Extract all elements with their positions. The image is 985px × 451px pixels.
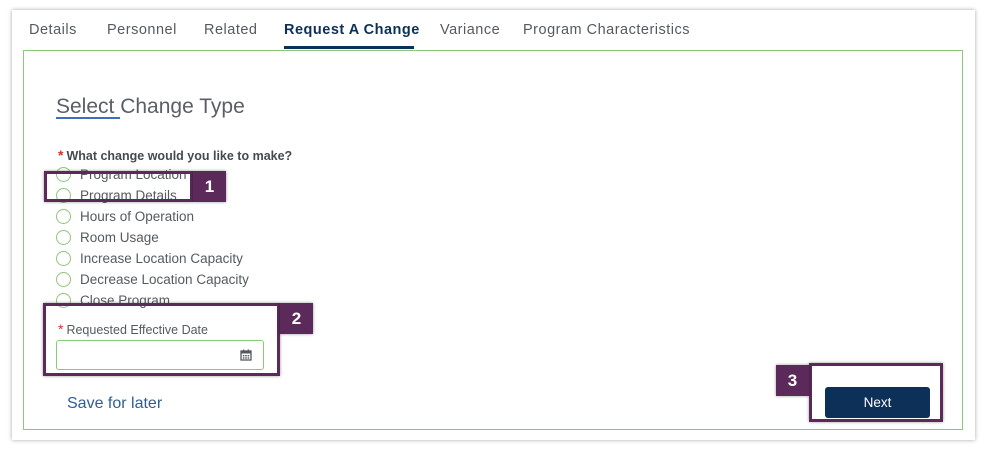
save-for-later-link[interactable]: Save for later (67, 395, 162, 413)
callout-3-badge: 3 (776, 365, 809, 396)
option-increase-location-capacity[interactable]: Increase Location Capacity (56, 249, 243, 267)
record-card: Details Personnel Related Request A Chan… (12, 10, 975, 440)
option-label: Room Usage (80, 229, 159, 245)
callout-1-highlight (44, 171, 193, 202)
tab-bar: Details Personnel Related Request A Chan… (12, 10, 975, 50)
tab-related[interactable]: Related (204, 22, 257, 38)
tab-personnel[interactable]: Personnel (107, 22, 177, 38)
callout-3-highlight (809, 363, 943, 422)
callout-1-badge: 1 (193, 171, 226, 202)
title-underline (56, 117, 120, 119)
option-decrease-location-capacity[interactable]: Decrease Location Capacity (56, 270, 249, 288)
radio-button[interactable] (56, 271, 71, 287)
tab-request-a-change[interactable]: Request A Change (284, 22, 420, 38)
option-label: Hours of Operation (80, 208, 195, 224)
tab-variance[interactable]: Variance (440, 22, 500, 38)
radio-button[interactable] (56, 250, 71, 266)
option-hours-of-operation[interactable]: Hours of Operation (56, 207, 194, 225)
active-tab-indicator (284, 46, 414, 49)
tab-details[interactable]: Details (29, 22, 77, 38)
required-marker: * (58, 147, 64, 163)
callout-2-highlight (43, 303, 280, 376)
callout-2-badge: 2 (280, 303, 313, 334)
question-text: What change would you like to make? (66, 149, 293, 163)
option-room-usage[interactable]: Room Usage (56, 228, 159, 246)
radio-button[interactable] (56, 208, 71, 224)
option-label: Increase Location Capacity (80, 250, 243, 266)
page-title: Select Change Type (56, 95, 245, 118)
tab-program-characteristics[interactable]: Program Characteristics (523, 22, 690, 38)
radio-button[interactable] (56, 229, 71, 245)
change-question-label: * What change would you like to make? (58, 147, 292, 163)
option-label: Decrease Location Capacity (80, 271, 249, 287)
